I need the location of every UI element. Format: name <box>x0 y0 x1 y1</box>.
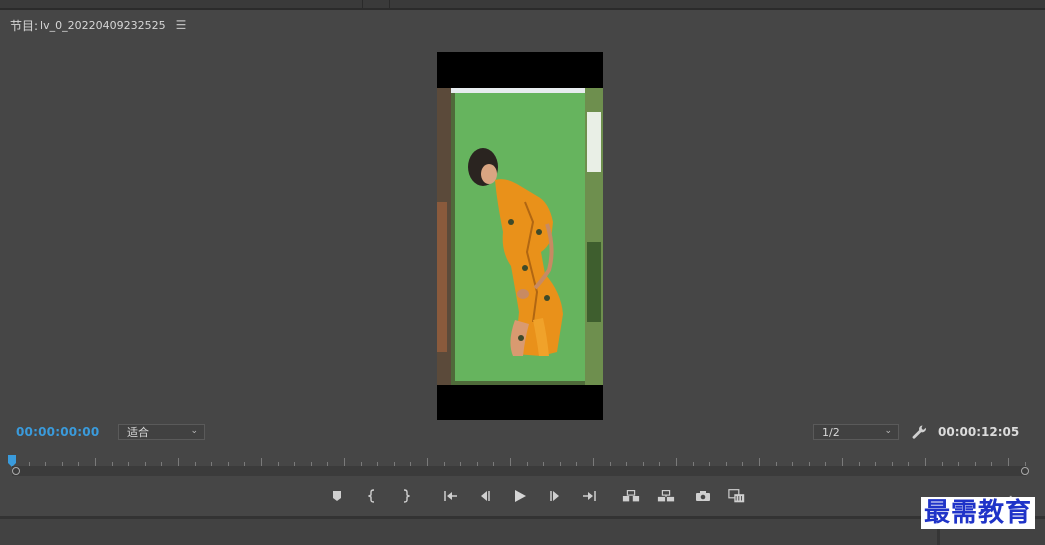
panel-border <box>0 8 1045 10</box>
playhead-icon[interactable] <box>8 452 16 467</box>
panel-title-label: 节目: <box>10 18 39 33</box>
top-divider <box>389 0 390 8</box>
lift-icon[interactable] <box>622 488 640 504</box>
extract-icon[interactable] <box>657 488 675 504</box>
ruler-tick <box>925 458 926 466</box>
resolution-value: 1/2 <box>822 425 840 439</box>
scrollbar-handle-left[interactable] <box>12 467 20 475</box>
zoom-level-select[interactable]: 适合 ⌄ <box>118 424 205 440</box>
go-to-in-icon[interactable] <box>442 488 460 504</box>
chevron-down-icon: ⌄ <box>884 426 892 436</box>
zoom-scrollbar[interactable] <box>12 466 1026 476</box>
mark-in-icon[interactable] <box>364 488 382 504</box>
step-back-icon[interactable] <box>476 488 494 504</box>
video-preview <box>437 52 603 420</box>
top-divider <box>362 0 363 8</box>
sequence-name: lv_0_20220409232525 <box>40 18 166 32</box>
ruler-tick <box>427 458 428 466</box>
ruler-tick <box>676 458 677 466</box>
wrench-icon[interactable] <box>911 424 927 440</box>
ruler-tick <box>759 458 760 466</box>
ruler-tick <box>95 458 96 466</box>
ruler-tick <box>178 458 179 466</box>
duration-timecode: 00:00:12:05 <box>938 425 1020 439</box>
scrollbar-handle-right[interactable] <box>1021 467 1029 475</box>
time-ruler[interactable] <box>12 452 1026 466</box>
watermark-logo: 最需教育 <box>921 497 1036 529</box>
go-to-out-icon[interactable] <box>580 488 598 504</box>
bottom-panel-strip <box>0 519 1045 545</box>
transport-controls <box>0 486 1045 506</box>
ruler-tick <box>1008 458 1009 466</box>
current-timecode[interactable]: 00:00:00:00 <box>16 425 99 439</box>
ruler-tick <box>510 458 511 466</box>
ruler-tick <box>344 458 345 466</box>
play-icon[interactable] <box>511 488 529 504</box>
hamburger-menu-icon[interactable]: ☰ <box>176 18 187 32</box>
ruler-tick <box>842 458 843 466</box>
ruler-tick <box>593 458 594 466</box>
program-monitor-header: 节目: lv_0_20220409232525 ☰ <box>10 16 186 34</box>
top-panel-strip <box>0 0 1045 8</box>
zoom-level-value: 适合 <box>127 426 149 439</box>
step-forward-icon[interactable] <box>546 488 564 504</box>
add-marker-icon[interactable] <box>328 488 346 504</box>
comparison-view-icon[interactable] <box>728 488 746 504</box>
chevron-down-icon: ⌄ <box>190 426 198 436</box>
playback-resolution-select[interactable]: 1/2 ⌄ <box>813 424 899 440</box>
export-frame-icon[interactable] <box>694 488 712 504</box>
ruler-tick <box>261 458 262 466</box>
mark-out-icon[interactable] <box>396 488 414 504</box>
